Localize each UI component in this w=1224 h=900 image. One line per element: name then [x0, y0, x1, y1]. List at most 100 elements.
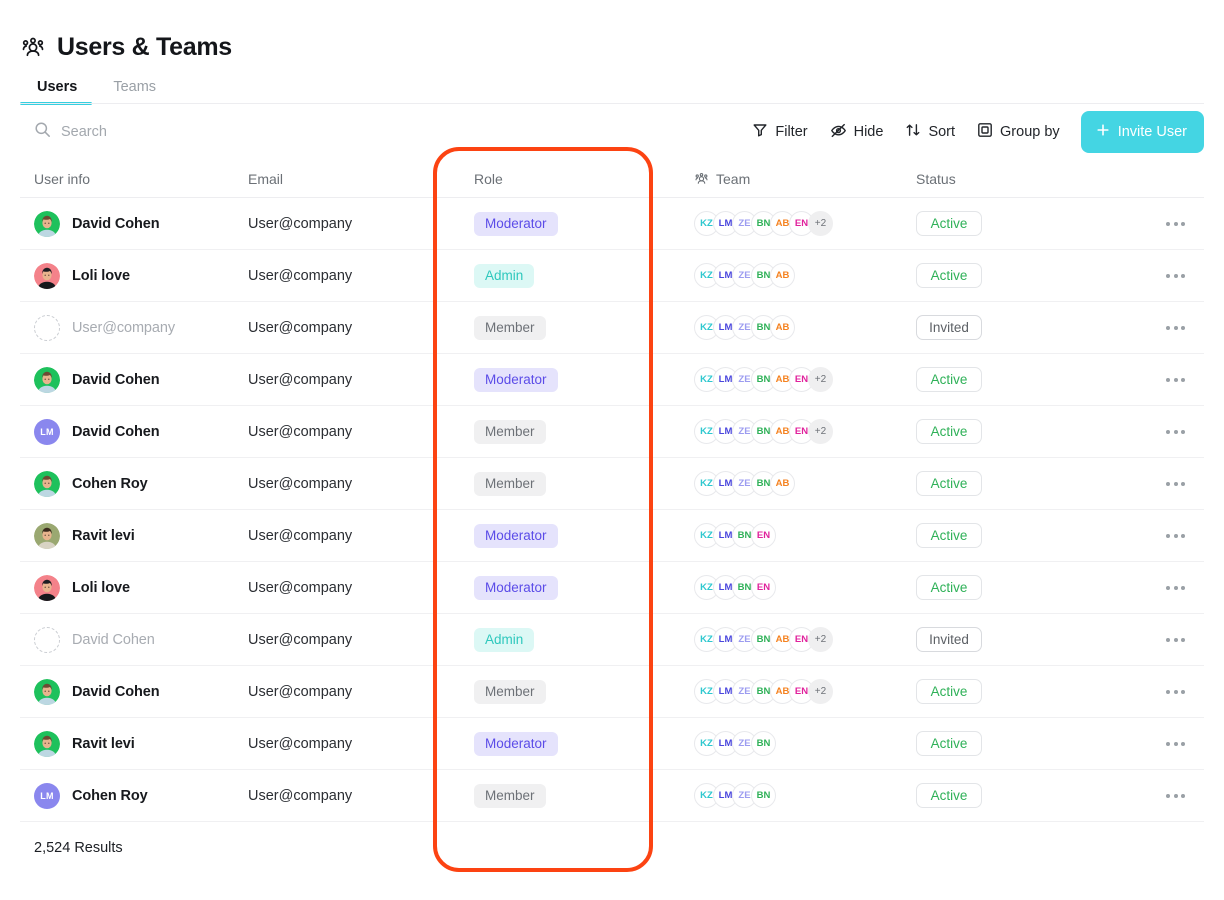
- more-horizontal-icon[interactable]: [1160, 632, 1191, 648]
- more-horizontal-icon[interactable]: [1160, 528, 1191, 544]
- cell-status[interactable]: Active: [916, 523, 1130, 548]
- more-horizontal-icon[interactable]: [1160, 424, 1191, 440]
- cell-status[interactable]: Active: [916, 679, 1130, 704]
- cell-role[interactable]: Member: [474, 315, 694, 340]
- more-horizontal-icon[interactable]: [1160, 268, 1191, 284]
- cell-status[interactable]: Active: [916, 471, 1130, 496]
- status-badge[interactable]: Active: [916, 523, 982, 548]
- tab-teams[interactable]: Teams: [96, 79, 175, 105]
- role-badge[interactable]: Member: [474, 315, 546, 340]
- cell-role[interactable]: Member: [474, 679, 694, 704]
- table-row[interactable]: Loli love User@company Moderator KZ LM BN EN Ac…: [20, 562, 1204, 614]
- role-badge[interactable]: Moderator: [474, 575, 558, 600]
- group-by-button[interactable]: Group by: [966, 115, 1071, 149]
- column-header-user-info[interactable]: User info: [20, 171, 248, 187]
- status-badge[interactable]: Invited: [916, 627, 982, 652]
- table-row[interactable]: David Cohen User@company Admin KZ LM ZE BN AB EN…: [20, 614, 1204, 666]
- team-avatar-stack[interactable]: KZ LM BN EN: [694, 575, 776, 600]
- role-badge[interactable]: Moderator: [474, 367, 558, 392]
- sort-button[interactable]: Sort: [894, 115, 966, 149]
- cell-role[interactable]: Admin: [474, 627, 694, 652]
- cell-row-actions[interactable]: [1130, 736, 1204, 752]
- team-avatar[interactable]: AB: [770, 263, 795, 288]
- cell-status[interactable]: Active: [916, 367, 1130, 392]
- team-avatar-overflow[interactable]: +2: [808, 627, 833, 652]
- team-avatar-stack[interactable]: KZ LM ZE BN AB EN +2: [694, 211, 833, 236]
- table-row[interactable]: LM David Cohen User@company Member KZ LM ZE BN A…: [20, 406, 1204, 458]
- status-badge[interactable]: Active: [916, 731, 982, 756]
- cell-row-actions[interactable]: [1130, 476, 1204, 492]
- team-avatar[interactable]: AB: [770, 315, 795, 340]
- status-badge[interactable]: Active: [916, 679, 982, 704]
- team-avatar-stack[interactable]: KZ LM ZE BN AB: [694, 263, 795, 288]
- column-header-status[interactable]: Status: [916, 171, 1130, 187]
- team-avatar-stack[interactable]: KZ LM ZE BN: [694, 783, 776, 808]
- cell-row-actions[interactable]: [1130, 632, 1204, 648]
- table-row[interactable]: Ravit levi User@company Moderator KZ LM BN EN A…: [20, 510, 1204, 562]
- table-row[interactable]: Loli love User@company Admin KZ LM ZE BN AB Acti…: [20, 250, 1204, 302]
- cell-role[interactable]: Admin: [474, 263, 694, 288]
- status-badge[interactable]: Active: [916, 211, 982, 236]
- cell-row-actions[interactable]: [1130, 268, 1204, 284]
- status-badge[interactable]: Active: [916, 471, 982, 496]
- cell-role[interactable]: Moderator: [474, 523, 694, 548]
- cell-row-actions[interactable]: [1130, 684, 1204, 700]
- table-row[interactable]: David Cohen User@company Moderator KZ LM ZE BN…: [20, 354, 1204, 406]
- team-avatar-stack[interactable]: KZ LM ZE BN AB EN +2: [694, 367, 833, 392]
- more-horizontal-icon[interactable]: [1160, 580, 1191, 596]
- cell-row-actions[interactable]: [1130, 372, 1204, 388]
- cell-status[interactable]: Active: [916, 575, 1130, 600]
- invite-user-button[interactable]: Invite User: [1080, 111, 1204, 153]
- team-avatar-overflow[interactable]: +2: [808, 679, 833, 704]
- cell-role[interactable]: Moderator: [474, 575, 694, 600]
- team-avatar[interactable]: EN: [751, 523, 776, 548]
- cell-status[interactable]: Active: [916, 211, 1130, 236]
- cell-role[interactable]: Moderator: [474, 731, 694, 756]
- cell-role[interactable]: Member: [474, 419, 694, 444]
- team-avatar-stack[interactable]: KZ LM ZE BN AB EN +2: [694, 419, 833, 444]
- role-badge[interactable]: Moderator: [474, 211, 558, 236]
- team-avatar[interactable]: BN: [751, 731, 776, 756]
- team-avatar-stack[interactable]: KZ LM ZE BN AB EN +2: [694, 627, 833, 652]
- role-badge[interactable]: Admin: [474, 627, 535, 652]
- table-row[interactable]: User@company User@company Member KZ LM ZE BN AB…: [20, 302, 1204, 354]
- team-avatar-stack[interactable]: KZ LM BN EN: [694, 523, 776, 548]
- status-badge[interactable]: Active: [916, 263, 982, 288]
- cell-status[interactable]: Active: [916, 263, 1130, 288]
- cell-row-actions[interactable]: [1130, 528, 1204, 544]
- team-avatar-overflow[interactable]: +2: [808, 211, 833, 236]
- more-horizontal-icon[interactable]: [1160, 476, 1191, 492]
- role-badge[interactable]: Member: [474, 783, 546, 808]
- role-badge[interactable]: Member: [474, 679, 546, 704]
- team-avatar[interactable]: EN: [751, 575, 776, 600]
- column-header-email[interactable]: Email: [248, 171, 474, 187]
- team-avatar[interactable]: AB: [770, 471, 795, 496]
- column-header-role[interactable]: Role: [474, 171, 694, 187]
- hide-button[interactable]: Hide: [819, 115, 895, 150]
- cell-role[interactable]: Member: [474, 783, 694, 808]
- status-badge[interactable]: Active: [916, 367, 982, 392]
- team-avatar[interactable]: BN: [751, 783, 776, 808]
- more-horizontal-icon[interactable]: [1160, 684, 1191, 700]
- column-header-team[interactable]: Team: [694, 171, 916, 187]
- cell-row-actions[interactable]: [1130, 320, 1204, 336]
- cell-status[interactable]: Active: [916, 731, 1130, 756]
- team-avatar-overflow[interactable]: +2: [808, 367, 833, 392]
- table-row[interactable]: David Cohen User@company Moderator KZ LM ZE BN…: [20, 198, 1204, 250]
- table-row[interactable]: LM Cohen Roy User@company Member KZ LM ZE BN Act…: [20, 770, 1204, 822]
- cell-row-actions[interactable]: [1130, 580, 1204, 596]
- cell-role[interactable]: Moderator: [474, 367, 694, 392]
- more-horizontal-icon[interactable]: [1160, 372, 1191, 388]
- status-badge[interactable]: Active: [916, 575, 982, 600]
- status-badge[interactable]: Active: [916, 419, 982, 444]
- table-row[interactable]: Ravit levi User@company Moderator KZ LM ZE BN A…: [20, 718, 1204, 770]
- status-badge[interactable]: Active: [916, 783, 982, 808]
- team-avatar-overflow[interactable]: +2: [808, 419, 833, 444]
- role-badge[interactable]: Member: [474, 471, 546, 496]
- cell-status[interactable]: Active: [916, 419, 1130, 444]
- more-horizontal-icon[interactable]: [1160, 216, 1191, 232]
- table-row[interactable]: David Cohen User@company Member KZ LM ZE BN AB E…: [20, 666, 1204, 718]
- tab-users[interactable]: Users: [20, 79, 96, 105]
- cell-row-actions[interactable]: [1130, 788, 1204, 804]
- role-badge[interactable]: Moderator: [474, 731, 558, 756]
